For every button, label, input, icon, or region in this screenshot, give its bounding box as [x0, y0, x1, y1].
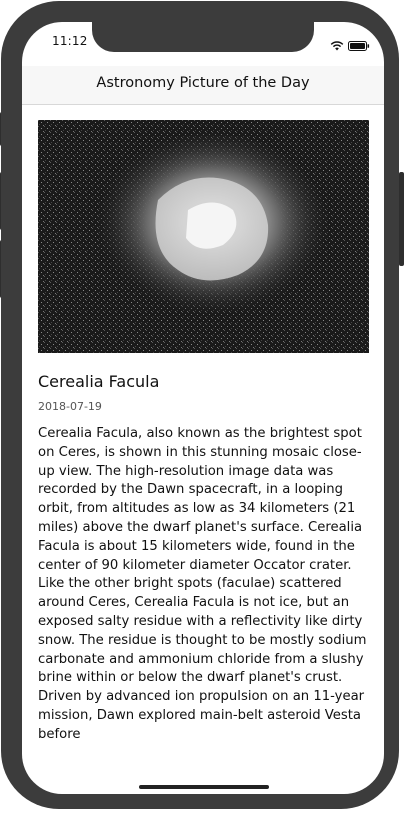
screen: 11:12 Astronomy Picture of the Day Cerea… — [22, 22, 384, 794]
nav-title: Astronomy Picture of the Day — [96, 75, 310, 91]
device: 11:12 Astronomy Picture of the Day Cerea… — [0, 0, 406, 814]
wifi-icon — [330, 36, 344, 55]
apod-image[interactable] — [38, 120, 369, 353]
power-button — [399, 172, 404, 266]
status-icons — [330, 36, 370, 55]
battery-icon — [348, 36, 370, 55]
apod-image-graphic — [38, 120, 369, 353]
apod-title: Cerealia Facula — [38, 372, 160, 391]
navigation-bar: Astronomy Picture of the Day — [22, 66, 384, 105]
apod-explanation: Cerealia Facula, also known as the brigh… — [38, 426, 367, 742]
home-indicator[interactable] — [139, 785, 269, 789]
status-time: 11:12 — [52, 34, 88, 48]
phone-frame: 11:12 Astronomy Picture of the Day Cerea… — [1, 1, 399, 809]
content-scroll-view[interactable]: Cerealia Facula 2018-07-19 Cerealia Facu… — [22, 105, 384, 765]
apod-date: 2018-07-19 — [38, 400, 102, 413]
notch — [92, 22, 314, 52]
